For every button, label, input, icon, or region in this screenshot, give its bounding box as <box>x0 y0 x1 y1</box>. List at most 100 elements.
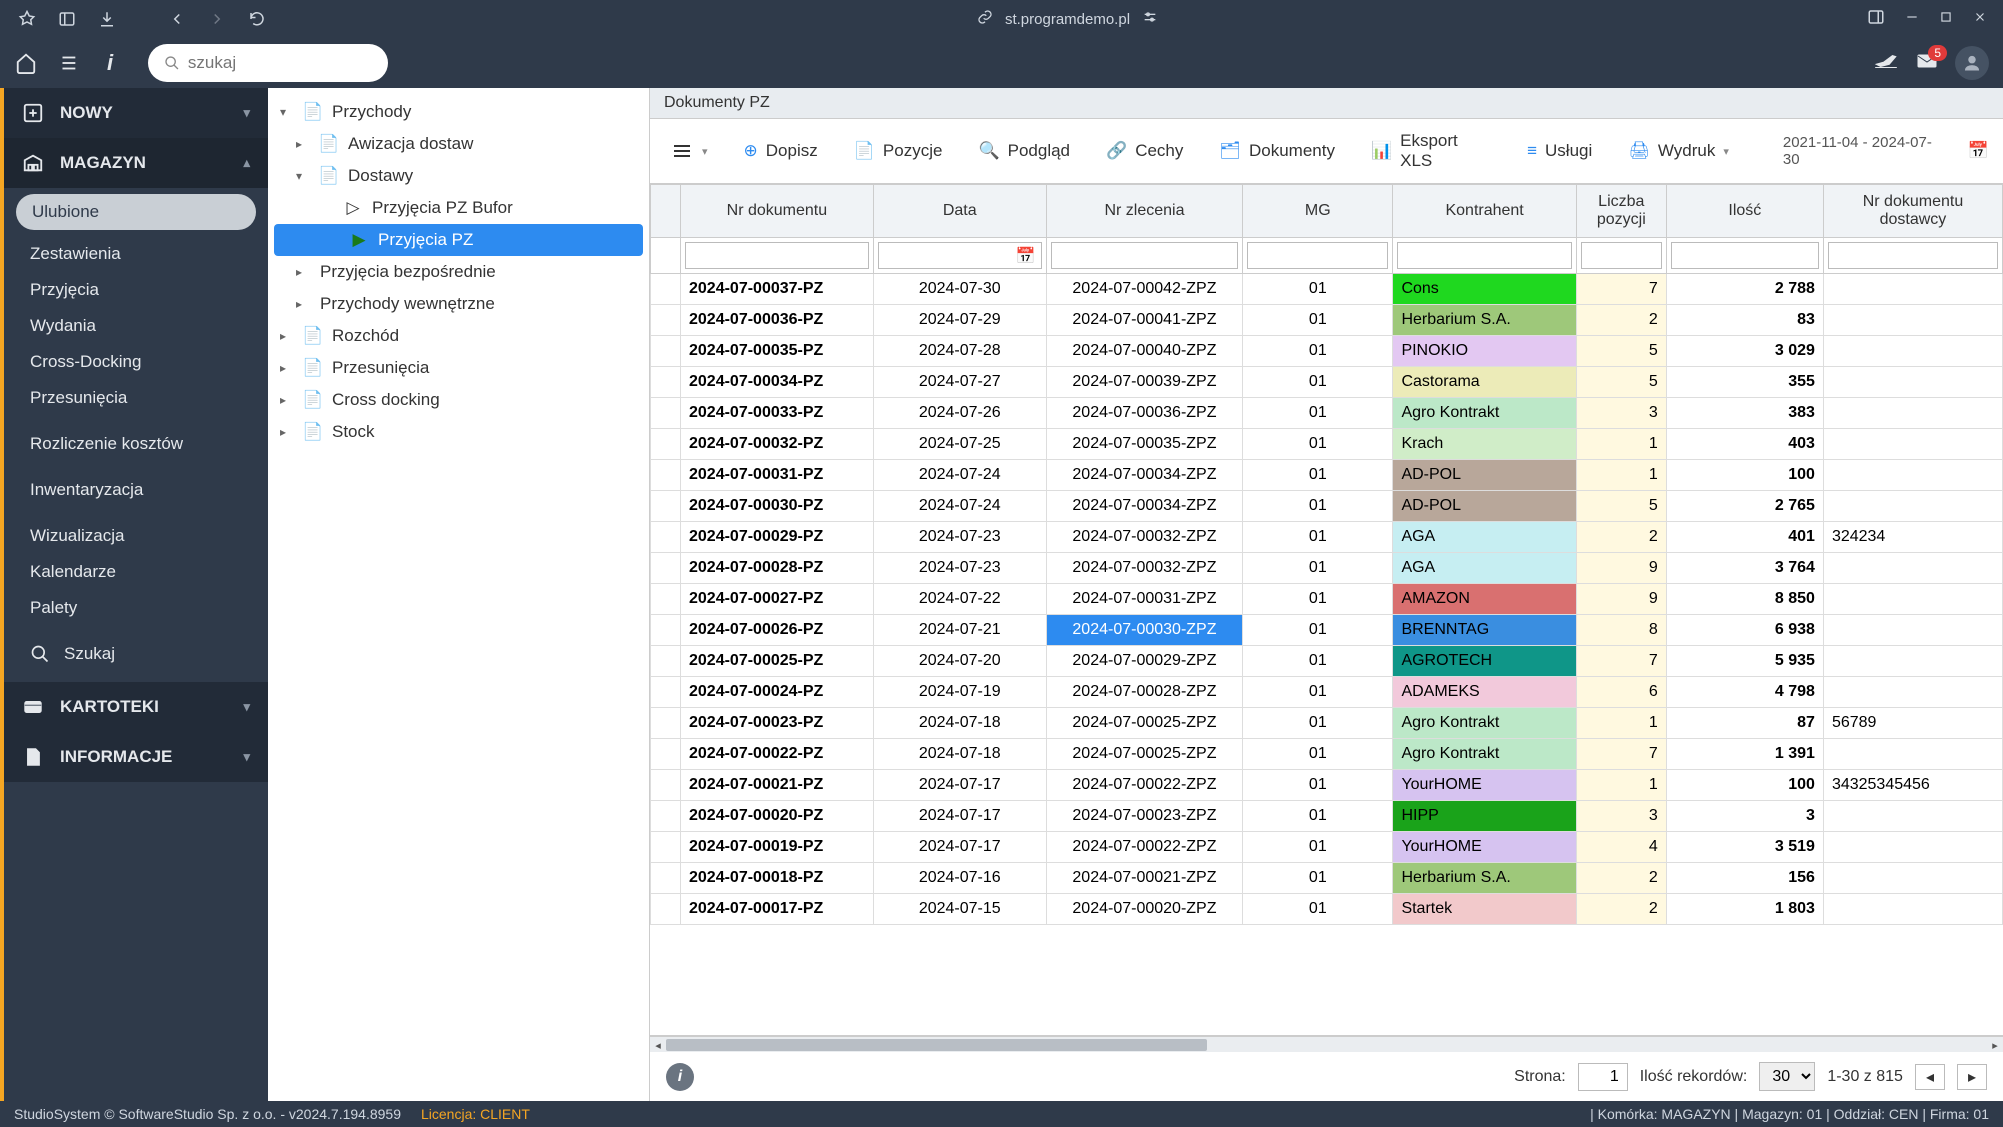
table-row[interactable]: 2024-07-00030-PZ2024-07-242024-07-00034-… <box>651 491 2003 522</box>
sidebar-item-palety[interactable]: Palety <box>4 590 268 626</box>
tree-rozchod[interactable]: ▸📄Rozchód <box>268 320 649 352</box>
table-row[interactable]: 2024-07-00035-PZ2024-07-282024-07-00040-… <box>651 336 2003 367</box>
maximize-icon[interactable] <box>1939 10 1953 28</box>
split-icon[interactable] <box>1867 8 1885 30</box>
sidebar-item-wydania[interactable]: Wydania <box>4 308 268 344</box>
tree-pz[interactable]: ▶Przyjęcia PZ <box>274 224 643 256</box>
sidebar-item-ulubione[interactable]: Ulubione <box>16 194 256 230</box>
col-kontrahent[interactable]: Kontrahent <box>1393 185 1576 238</box>
sidebar-item-wizualizacja[interactable]: Wizualizacja <box>4 518 268 554</box>
pozycje-button[interactable]: 📄Pozycje <box>848 137 949 165</box>
sidebar-magazyn[interactable]: MAGAZYN ▴ <box>4 138 268 188</box>
sidebar-item-szukaj[interactable]: Szukaj <box>4 636 268 672</box>
sidebar-kartoteki[interactable]: KARTOTEKI ▾ <box>4 682 268 732</box>
wydruk-button[interactable]: 🖨Wydruk▾ <box>1622 137 1735 165</box>
search-box[interactable] <box>148 44 388 82</box>
filter-liczba[interactable] <box>1581 242 1662 269</box>
filter-nrdost[interactable] <box>1828 242 1998 269</box>
scroll-left-icon[interactable]: ◂ <box>650 1037 666 1053</box>
download-icon[interactable] <box>96 8 118 30</box>
close-window-icon[interactable] <box>1973 10 1987 28</box>
prev-page-button[interactable]: ◂ <box>1915 1064 1945 1090</box>
date-range[interactable]: 2021-11-04 - 2024-07-30 <box>1783 134 1944 168</box>
horizontal-scrollbar[interactable]: ◂ ▸ <box>650 1036 2003 1052</box>
reload-icon[interactable] <box>246 8 268 30</box>
podglad-button[interactable]: 🔍Podgląd <box>972 137 1076 165</box>
next-page-button[interactable]: ▸ <box>1957 1064 1987 1090</box>
info-icon[interactable]: i <box>666 1063 694 1091</box>
scroll-thumb[interactable] <box>666 1039 1207 1051</box>
settings-icon[interactable] <box>1142 9 1158 29</box>
tree-dostawy[interactable]: ▾📄Dostawy <box>268 160 649 192</box>
sidebar-item-rozliczenie[interactable]: Rozliczenie kosztów <box>4 426 268 462</box>
uslugi-button[interactable]: ≡Usługi <box>1521 137 1598 165</box>
tree-bufor[interactable]: ▷Przyjęcia PZ Bufor <box>268 192 649 224</box>
table-row[interactable]: 2024-07-00018-PZ2024-07-162024-07-00021-… <box>651 863 2003 894</box>
table-row[interactable]: 2024-07-00024-PZ2024-07-192024-07-00028-… <box>651 677 2003 708</box>
table-row[interactable]: 2024-07-00027-PZ2024-07-222024-07-00031-… <box>651 584 2003 615</box>
filter-mg[interactable] <box>1247 242 1388 269</box>
table-row[interactable]: 2024-07-00017-PZ2024-07-152024-07-00020-… <box>651 894 2003 925</box>
sidebar-item-crossdocking[interactable]: Cross-Docking <box>4 344 268 380</box>
table-row[interactable]: 2024-07-00032-PZ2024-07-252024-07-00035-… <box>651 429 2003 460</box>
menu-button[interactable]: ▾ <box>664 135 714 167</box>
table-row[interactable]: 2024-07-00026-PZ2024-07-212024-07-00030-… <box>651 615 2003 646</box>
dokumenty-button[interactable]: 🗂Dokumenty <box>1213 137 1341 165</box>
table-row[interactable]: 2024-07-00025-PZ2024-07-202024-07-00029-… <box>651 646 2003 677</box>
table-row[interactable]: 2024-07-00037-PZ2024-07-302024-07-00042-… <box>651 274 2003 305</box>
table-row[interactable]: 2024-07-00029-PZ2024-07-232024-07-00032-… <box>651 522 2003 553</box>
col-nrdost[interactable]: Nr dokumentu dostawcy <box>1823 185 2002 238</box>
table-row[interactable]: 2024-07-00023-PZ2024-07-182024-07-00025-… <box>651 708 2003 739</box>
departure-icon[interactable] <box>1873 48 1899 79</box>
col-nrzlec[interactable]: Nr zlecenia <box>1046 185 1242 238</box>
col-data[interactable]: Data <box>873 185 1046 238</box>
table-row[interactable]: 2024-07-00036-PZ2024-07-292024-07-00041-… <box>651 305 2003 336</box>
back-arrow-icon[interactable] <box>166 8 188 30</box>
tree-przychody[interactable]: ▾📄Przychody <box>268 96 649 128</box>
tree-wew[interactable]: ▸Przychody wewnętrzne <box>268 288 649 320</box>
sidebar-informacje[interactable]: INFORMACJE ▾ <box>4 732 268 782</box>
calendar-icon[interactable]: 📅 <box>1016 246 1036 266</box>
tree-stock[interactable]: ▸📄Stock <box>268 416 649 448</box>
col-ilosc[interactable]: Ilość <box>1666 185 1823 238</box>
forward-arrow-icon[interactable] <box>206 8 228 30</box>
scroll-right-icon[interactable]: ▸ <box>1987 1037 2003 1053</box>
page-input[interactable] <box>1578 1063 1628 1091</box>
dopisz-button[interactable]: ⊕Dopisz <box>738 137 824 165</box>
table-row[interactable]: 2024-07-00022-PZ2024-07-182024-07-00025-… <box>651 739 2003 770</box>
table-row[interactable]: 2024-07-00034-PZ2024-07-272024-07-00039-… <box>651 367 2003 398</box>
sidebar-item-zestawienia[interactable]: Zestawienia <box>4 236 268 272</box>
sidebar-item-przyjecia[interactable]: Przyjęcia <box>4 272 268 308</box>
table-row[interactable]: 2024-07-00021-PZ2024-07-172024-07-00022-… <box>651 770 2003 801</box>
col-mg[interactable]: MG <box>1243 185 1393 238</box>
user-avatar[interactable] <box>1955 46 1989 80</box>
cechy-button[interactable]: 🔗Cechy <box>1100 137 1189 165</box>
table-row[interactable]: 2024-07-00020-PZ2024-07-172024-07-00023-… <box>651 801 2003 832</box>
data-grid[interactable]: Nr dokumentu Data Nr zlecenia MG Kontrah… <box>650 184 2003 1036</box>
filter-nrdok[interactable] <box>685 242 869 269</box>
col-liczba[interactable]: Liczba pozycji <box>1576 185 1666 238</box>
home-icon[interactable] <box>14 51 38 75</box>
filter-ilosc[interactable] <box>1671 242 1819 269</box>
app-icon[interactable] <box>16 8 38 30</box>
minimize-icon[interactable] <box>1905 10 1919 28</box>
table-row[interactable]: 2024-07-00031-PZ2024-07-242024-07-00034-… <box>651 460 2003 491</box>
tree-cross[interactable]: ▸📄Cross docking <box>268 384 649 416</box>
eksport-button[interactable]: 📊Eksport XLS <box>1365 127 1497 175</box>
sidebar-nowy[interactable]: NOWY ▾ <box>4 88 268 138</box>
list-icon[interactable] <box>56 51 80 75</box>
filter-kontrahent[interactable] <box>1397 242 1571 269</box>
sidebar-item-inwentaryzacja[interactable]: Inwentaryzacja <box>4 472 268 508</box>
table-row[interactable]: 2024-07-00019-PZ2024-07-172024-07-00022-… <box>651 832 2003 863</box>
sidebar-item-przesuniecia[interactable]: Przesunięcia <box>4 380 268 416</box>
url-text[interactable]: st.programdemo.pl <box>1005 11 1130 28</box>
mail-icon[interactable]: 5 <box>1915 49 1939 78</box>
filter-nrzlec[interactable] <box>1051 242 1238 269</box>
table-row[interactable]: 2024-07-00033-PZ2024-07-262024-07-00036-… <box>651 398 2003 429</box>
tree-bezposr[interactable]: ▸Przyjęcia bezpośrednie <box>268 256 649 288</box>
panel-toggle-icon[interactable] <box>56 8 78 30</box>
search-input[interactable] <box>188 53 372 73</box>
col-nrdok[interactable]: Nr dokumentu <box>681 185 874 238</box>
records-select[interactable]: 30 <box>1759 1062 1815 1091</box>
sidebar-item-kalendarze[interactable]: Kalendarze <box>4 554 268 590</box>
